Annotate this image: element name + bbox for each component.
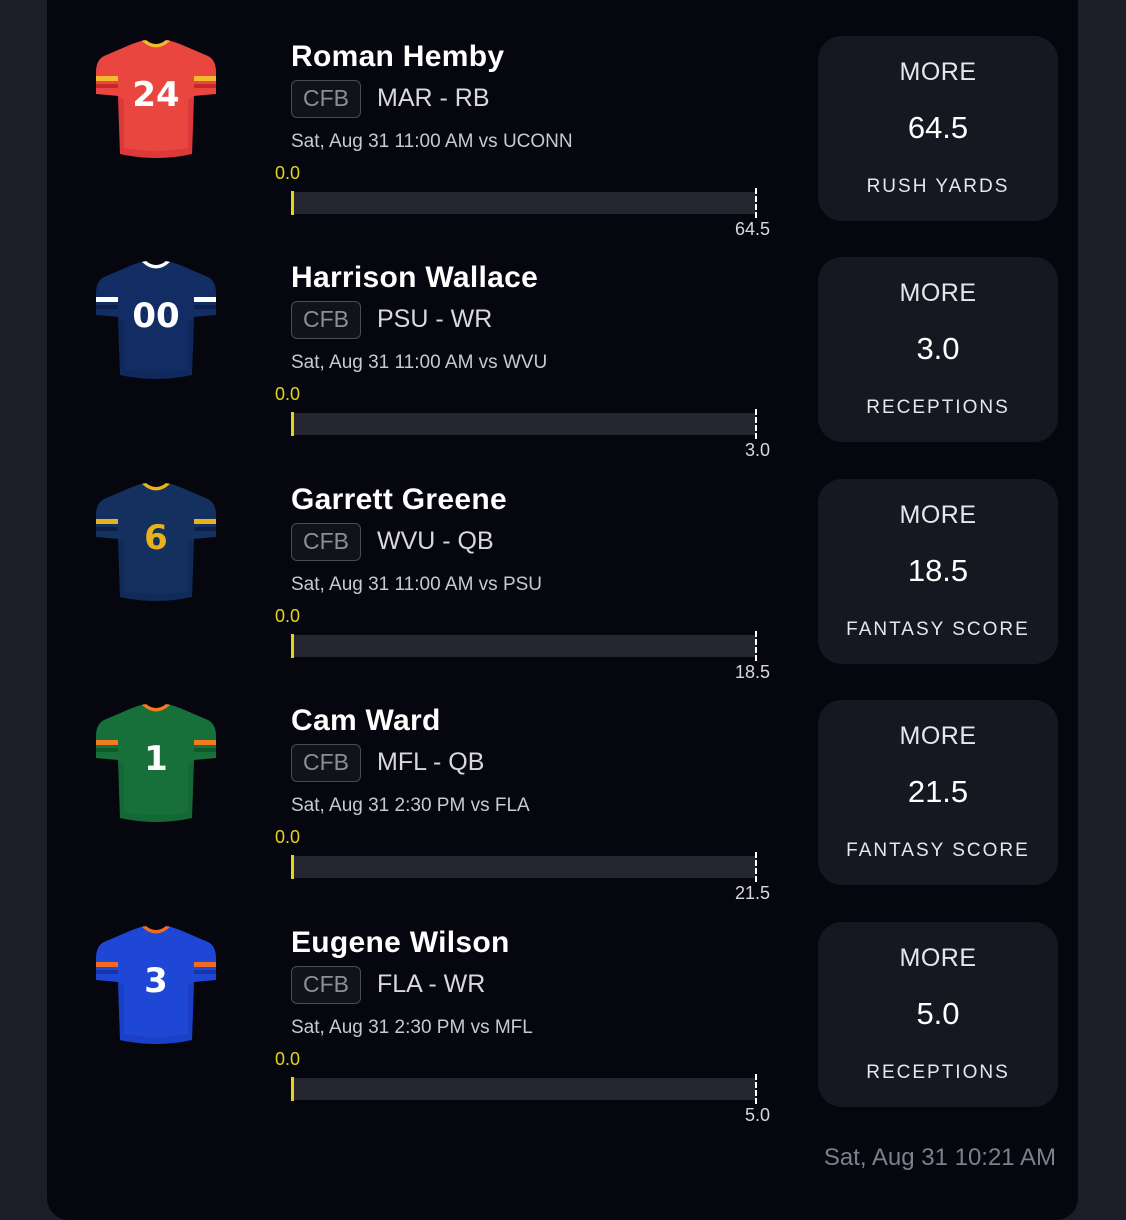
prop-stat: RECEPTIONS	[866, 397, 1010, 418]
game-time: Sat, Aug 31 2:30 PM vs MFL	[291, 1017, 533, 1038]
team-position: PSU - WR	[377, 305, 493, 333]
prop-card[interactable]: MORE 18.5 FANTASY SCORE	[818, 479, 1058, 664]
prop-card[interactable]: MORE 21.5 FANTASY SCORE	[818, 700, 1058, 885]
game-time: Sat, Aug 31 11:00 AM vs WVU	[291, 352, 548, 373]
progress-start-marker	[291, 1077, 294, 1101]
prop-direction: MORE	[899, 722, 977, 750]
prop-stat: RECEPTIONS	[866, 1062, 1010, 1083]
game-time: Sat, Aug 31 2:30 PM vs FLA	[291, 795, 530, 816]
prop-card[interactable]: MORE 64.5 RUSH YARDS	[818, 36, 1058, 221]
player-name[interactable]: Roman Hemby	[291, 40, 504, 74]
progress-current-label: 0.0	[275, 827, 301, 847]
progress-line-label: 5.0	[744, 1105, 770, 1125]
pick-row[interactable]: 00 Harrison Wallace CFB PSU - WR Sat, Au…	[0, 221, 1126, 460]
pick-row[interactable]: 1 Cam Ward CFB MFL - QB Sat, Aug 31 2:30…	[0, 664, 1126, 903]
svg-text:1: 1	[144, 739, 168, 779]
player-name[interactable]: Eugene Wilson	[291, 926, 510, 960]
team-position: MAR - RB	[377, 84, 490, 112]
progress-track	[292, 1078, 756, 1100]
game-time: Sat, Aug 31 11:00 AM vs PSU	[291, 574, 543, 595]
progress-track	[292, 856, 756, 878]
jersey-icon: 1	[92, 700, 220, 828]
team-position: FLA - WR	[377, 970, 486, 998]
progress-start-marker	[291, 855, 294, 879]
player-name[interactable]: Cam Ward	[291, 704, 441, 738]
svg-text:6: 6	[144, 518, 168, 558]
progress-line-marker	[755, 409, 757, 439]
team-position: MFL - QB	[377, 748, 485, 776]
prop-card[interactable]: MORE 5.0 RECEPTIONS	[818, 922, 1058, 1107]
player-name[interactable]: Garrett Greene	[291, 483, 507, 517]
svg-text:3: 3	[144, 961, 168, 1001]
pick-row[interactable]: 6 Garrett Greene CFB WVU - QB Sat, Aug 3…	[0, 443, 1126, 682]
player-name[interactable]: Harrison Wallace	[291, 261, 538, 295]
svg-text:00: 00	[132, 296, 179, 336]
prop-stat: RUSH YARDS	[866, 176, 1010, 197]
progress-line-marker	[755, 188, 757, 218]
prop-direction: MORE	[899, 279, 977, 307]
progress-track	[292, 635, 756, 657]
progress-current-label: 0.0	[275, 384, 301, 404]
league-badge: CFB	[291, 80, 361, 118]
progress-track	[292, 413, 756, 435]
team-position: WVU - QB	[377, 527, 494, 555]
progress-line-marker	[755, 852, 757, 882]
prop-direction: MORE	[899, 501, 977, 529]
progress-start-marker	[291, 634, 294, 658]
jersey-icon: 24	[92, 36, 220, 164]
prop-card[interactable]: MORE 3.0 RECEPTIONS	[818, 257, 1058, 442]
progress-current-label: 0.0	[275, 163, 301, 183]
prop-direction: MORE	[899, 58, 977, 86]
prop-value: 18.5	[907, 553, 969, 588]
league-badge: CFB	[291, 301, 361, 339]
prop-value: 5.0	[916, 996, 960, 1031]
progress-current-label: 0.0	[275, 1049, 301, 1069]
progress-start-marker	[291, 191, 294, 215]
progress-track	[292, 192, 756, 214]
progress-start-marker	[291, 412, 294, 436]
prop-stat: FANTASY SCORE	[846, 840, 1030, 861]
entry-timestamp: Sat, Aug 31 10:21 AM	[823, 1144, 1056, 1171]
progress-line-marker	[755, 1074, 757, 1104]
pick-row[interactable]: 3 Eugene Wilson CFB FLA - WR Sat, Aug 31…	[0, 886, 1126, 1125]
prop-value: 21.5	[907, 774, 969, 809]
jersey-icon: 3	[92, 922, 220, 1050]
league-badge: CFB	[291, 744, 361, 782]
pick-row[interactable]: 24 Roman Hemby CFB MAR - RB Sat, Aug 31 …	[0, 0, 1126, 239]
prop-stat: FANTASY SCORE	[846, 619, 1030, 640]
game-time: Sat, Aug 31 11:00 AM vs UCONN	[291, 131, 573, 152]
progress-current-label: 0.0	[275, 606, 301, 626]
progress-line-marker	[755, 631, 757, 661]
svg-text:24: 24	[132, 75, 179, 115]
jersey-icon: 6	[92, 479, 220, 607]
jersey-icon: 00	[92, 257, 220, 385]
league-badge: CFB	[291, 966, 361, 1004]
prop-value: 3.0	[916, 331, 960, 366]
prop-direction: MORE	[899, 944, 977, 972]
league-badge: CFB	[291, 523, 361, 561]
prop-value: 64.5	[907, 110, 969, 145]
